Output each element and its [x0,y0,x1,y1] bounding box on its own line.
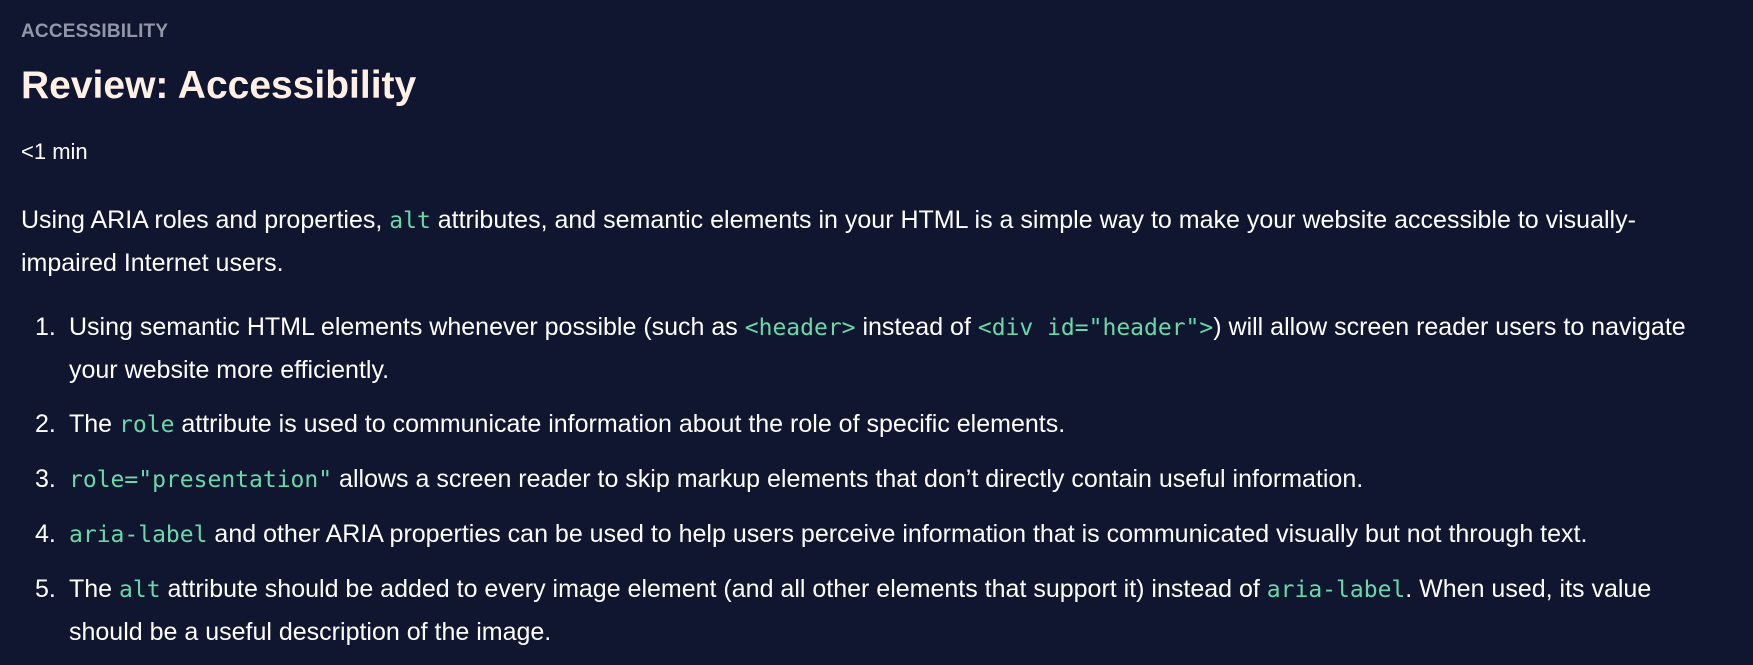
list-item: 2. The role attribute is used to communic… [21,403,1726,446]
list-item-text: attribute is used to communicate informa… [174,410,1066,438]
intro-text: Using ARIA roles and properties, [21,206,390,234]
section-eyebrow: ACCESSIBILITY [21,21,169,42]
list-item-text: instead of [855,313,978,341]
inline-code: <header> [744,315,856,341]
list-item-number: 4. [35,520,56,548]
list-item-number: 5. [35,575,56,603]
read-time: <1 min [21,139,88,164]
list-item: 1. Using semantic HTML elements whenever … [21,306,1726,391]
inline-code: alt [119,577,161,603]
review-list: 1. Using semantic HTML elements whenever … [21,306,1726,665]
inline-code: role="presentation" [69,467,333,493]
inline-code: aria-label [1266,577,1406,603]
inline-code: alt [389,208,431,234]
list-item-text: and other ARIA properties can be used to… [207,520,1588,548]
list-item-text: attribute should be added to every image… [160,575,1267,603]
page-title: Review: Accessibility [21,64,417,107]
inline-code: role [119,412,175,438]
article-page: ACCESSIBILITY Review: Accessibility <1 m… [0,0,1753,657]
list-item-text: Using semantic HTML elements whenever po… [69,313,745,341]
inline-code: aria-label [69,522,208,548]
list-item-number: 2. [35,410,56,438]
list-item-text: The [69,410,120,438]
list-item: 3. role="presentation" allows a screen re… [21,458,1726,501]
list-item: 4. aria-label and other ARIA properties c… [21,513,1726,556]
intro-paragraph: Using ARIA roles and properties, alt att… [21,199,1711,284]
list-item-text: allows a screen reader to skip markup el… [332,465,1364,493]
list-item-number: 3. [35,465,56,493]
list-item-text: The [69,575,120,603]
inline-code: <div id="header"> [977,315,1214,341]
list-item: 5. The alt attribute should be added to e… [21,568,1726,653]
list-item-number: 1. [35,313,56,341]
